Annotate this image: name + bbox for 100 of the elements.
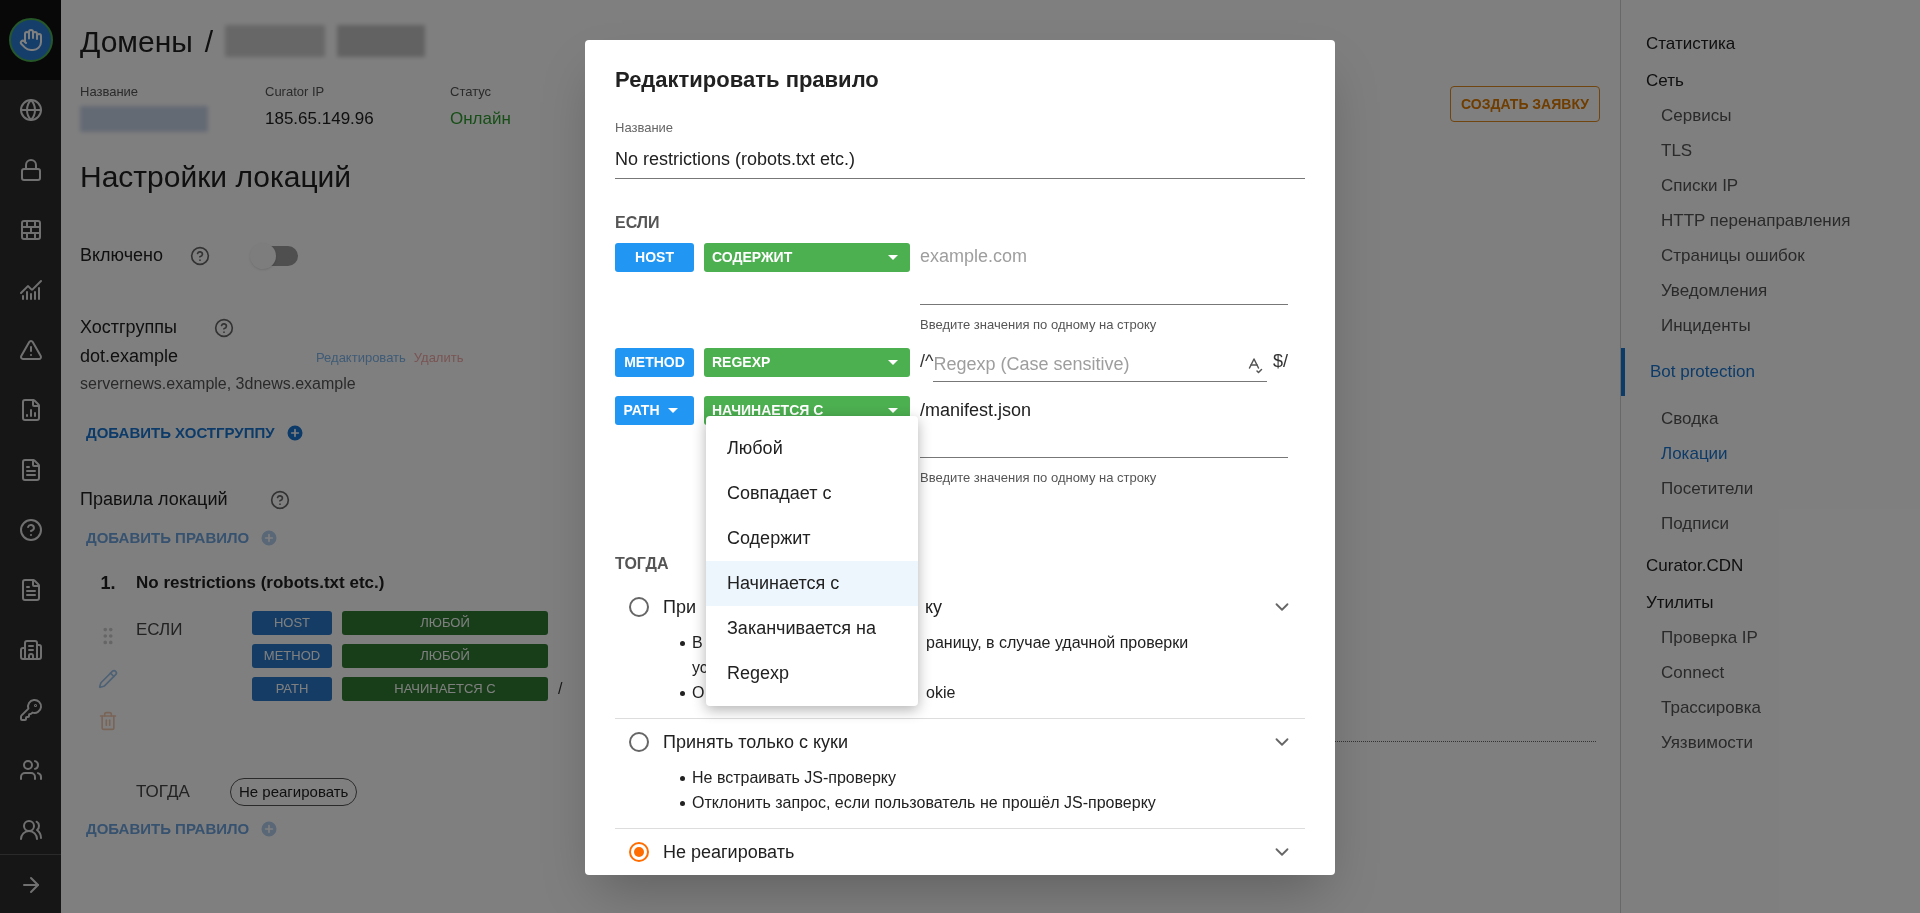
sidebar-item[interactable]: Страницы ошибок xyxy=(1621,238,1920,273)
regexp-field[interactable]: Regexp (Case sensitive) xyxy=(933,348,1267,382)
condition-value: / xyxy=(558,679,563,699)
values-field[interactable]: example.com xyxy=(920,242,1288,305)
sidebar-group[interactable]: Curator.CDN xyxy=(1621,554,1920,578)
info-value: 185.65.149.96 xyxy=(265,107,375,130)
chart-icon[interactable] xyxy=(18,278,43,302)
bullet-text: раницу, в случае удачной проверки xyxy=(926,634,1189,651)
app-logo[interactable] xyxy=(8,18,53,62)
bullet-text: О xyxy=(692,684,705,701)
sidebar-item[interactable]: TLS xyxy=(1621,133,1920,168)
operator-chip[interactable]: ЛЮБОЙ xyxy=(342,644,548,668)
sidebar-group[interactable]: Сеть xyxy=(1621,69,1920,93)
add-icon[interactable] xyxy=(284,422,305,443)
info-label: Curator IP xyxy=(265,83,326,101)
operator-chip[interactable]: ЛЮБОЙ xyxy=(342,611,548,635)
toggle-switch[interactable] xyxy=(252,245,298,266)
helper-text: Введите значения по одному на строку xyxy=(920,315,1158,334)
help-icon[interactable] xyxy=(190,245,210,266)
sidebar-group[interactable]: Статистика xyxy=(1621,32,1920,56)
menu-item[interactable]: Совпадает с xyxy=(706,471,918,516)
bullet-text: В xyxy=(692,634,703,651)
sidebar-group[interactable]: Bot protection xyxy=(1621,348,1920,396)
if-label: ЕСЛИ xyxy=(615,212,661,233)
bullet-text: Отклонить запрос, если пользователь не прошёл JS-проверку xyxy=(692,794,1156,811)
rules-title: Правила локаций xyxy=(80,488,229,511)
help-icon[interactable] xyxy=(214,317,234,338)
radio-button[interactable] xyxy=(629,597,649,617)
if-label: ЕСЛИ xyxy=(136,619,184,641)
action-title: Принять только с куки xyxy=(663,731,848,752)
name-field[interactable]: Название No restrictions (robots.txt etc.) xyxy=(615,118,1305,179)
hostgroup-hosts: servernews.example, 3dnews.example xyxy=(80,373,357,394)
menu-item[interactable]: Начинается с xyxy=(706,561,918,606)
page-title: Домены xyxy=(80,23,193,60)
sidebar-item[interactable]: Уязвимости xyxy=(1621,725,1920,760)
breadcrumb-separator: / xyxy=(204,23,214,60)
add-rule-link[interactable]: ДОБАВИТЬ ПРАВИЛО xyxy=(86,527,250,550)
operator-select[interactable]: СОДЕРЖИТ xyxy=(704,242,910,272)
bullet-text: Не встраивать JS-проверку xyxy=(692,769,896,786)
regexp-prefix: /^ xyxy=(920,350,934,371)
field-chip[interactable]: HOST xyxy=(252,611,332,635)
info-label: Название xyxy=(80,83,140,101)
field-chip[interactable]: PATH xyxy=(252,677,332,701)
action-title: При xyxy=(663,596,696,617)
brick-wall-icon[interactable] xyxy=(18,218,43,242)
radio-button[interactable] xyxy=(629,732,649,752)
sidebar-item[interactable]: Инциденты xyxy=(1621,308,1920,343)
lock-icon[interactable] xyxy=(18,158,43,182)
caret-icon xyxy=(667,408,678,413)
sidebar-item[interactable]: Уведомления xyxy=(1621,273,1920,308)
field-chip[interactable]: PATH xyxy=(615,396,694,425)
then-label: ТОГДА xyxy=(136,781,191,804)
caret-icon xyxy=(888,254,898,260)
sidebar-item[interactable]: Списки IP xyxy=(1621,168,1920,203)
hostgroups-title: Хостгруппы xyxy=(80,316,178,339)
sidebar-item[interactable]: Сервисы xyxy=(1621,98,1920,133)
regexp-suffix: $/ xyxy=(1273,350,1288,373)
values-field[interactable]: /manifest.json xyxy=(920,396,1288,458)
action-title: ку xyxy=(925,596,943,617)
hostgroup-name: dot.example xyxy=(80,344,180,368)
add-rule-link[interactable]: ДОБАВИТЬ ПРАВИЛО xyxy=(86,818,250,841)
operator-select[interactable]: REGEXP xyxy=(704,348,910,377)
group-icon[interactable] xyxy=(18,818,43,842)
globe-icon[interactable] xyxy=(18,98,43,122)
building-icon[interactable] xyxy=(18,638,43,662)
menu-item[interactable]: Любой xyxy=(706,426,918,471)
helper-text: Введите значения по одному на строку xyxy=(920,469,1158,487)
field-chip[interactable]: METHOD xyxy=(615,348,694,377)
edit-link[interactable]: Редактировать xyxy=(316,347,406,367)
radio-button[interactable] xyxy=(629,842,649,862)
section-title: Настройки локаций xyxy=(80,158,352,195)
sidebar-item[interactable]: Проверка IP xyxy=(1621,620,1920,655)
help-icon[interactable] xyxy=(270,489,290,510)
sidebar-item[interactable]: Посетители xyxy=(1621,471,1920,506)
menu-item[interactable]: Regexp xyxy=(706,651,918,696)
people-icon[interactable] xyxy=(18,758,43,782)
sidebar-item[interactable]: Локации xyxy=(1621,436,1920,471)
sidebar-item[interactable]: Сводка xyxy=(1621,401,1920,436)
then-label: ТОГДА xyxy=(615,553,670,574)
menu-item[interactable]: Заканчивается на xyxy=(706,606,918,651)
sidebar-item[interactable]: Connect xyxy=(1621,655,1920,690)
rule-number: 1. xyxy=(100,571,116,595)
menu-item[interactable]: Содержит xyxy=(706,516,918,561)
rule-name: No restrictions (robots.txt etc.) xyxy=(136,571,385,594)
sidebar-item[interactable]: Подписи xyxy=(1621,506,1920,541)
add-hostgroup-link[interactable]: ДОБАВИТЬ ХОСТГРУППУ xyxy=(86,421,275,444)
dialog-title: Редактировать правило xyxy=(615,66,880,94)
enabled-label: Включено xyxy=(80,244,165,267)
sidebar-item[interactable]: HTTP перенаправления xyxy=(1621,203,1920,238)
action-title: Не реагировать xyxy=(663,841,795,862)
field-chip[interactable]: HOST xyxy=(615,242,694,272)
create-request-button[interactable]: СОЗДАТЬ ЗАЯВКУ xyxy=(1450,86,1600,122)
caret-icon xyxy=(888,360,898,365)
operator-chip[interactable]: НАЧИНАЕТСЯ С xyxy=(342,677,548,701)
sidebar-group[interactable]: Утилиты xyxy=(1621,591,1920,615)
bullet-text: okie xyxy=(926,684,956,701)
key-icon[interactable] xyxy=(18,698,43,722)
sidebar-item[interactable]: Трассировка xyxy=(1621,690,1920,725)
field-chip[interactable]: METHOD xyxy=(252,644,332,668)
warning-icon[interactable] xyxy=(18,338,43,362)
